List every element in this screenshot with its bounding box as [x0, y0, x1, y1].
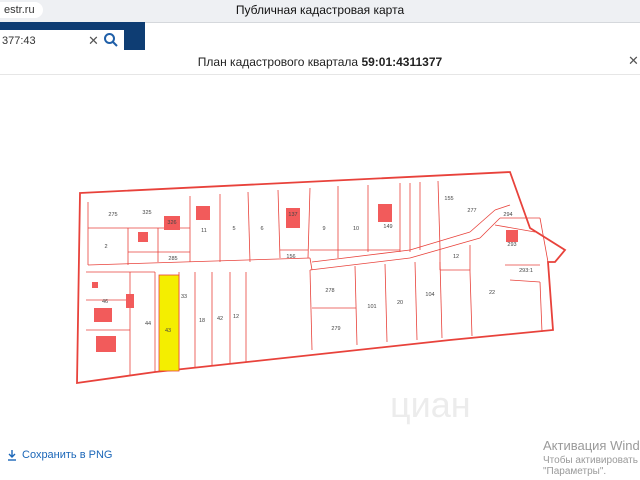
watermark-logo: циан — [390, 385, 471, 425]
building — [506, 230, 518, 242]
parcel-line — [87, 257, 311, 266]
parcel-label[interactable]: 155 — [444, 196, 453, 202]
building — [378, 204, 392, 222]
parcel-label[interactable]: 33 — [181, 294, 187, 300]
parcel-line — [469, 271, 473, 337]
windows-activation-notice: Активация Windo Чтобы активировать W "Па… — [543, 438, 640, 477]
parcel-line — [384, 263, 388, 343]
parcel-label[interactable]: 325 — [142, 210, 151, 216]
parcel-label[interactable]: 5 — [232, 226, 235, 232]
parcel-line — [437, 180, 441, 249]
activation-line-3: "Параметры". — [543, 466, 607, 477]
parcel-label[interactable]: 20 — [397, 300, 403, 306]
building — [94, 308, 112, 322]
parcel-label[interactable]: 278 — [325, 288, 334, 294]
parcel-line — [539, 217, 549, 263]
parcel-line — [277, 189, 281, 259]
parcel-line — [311, 249, 411, 263]
parcel-label[interactable]: 279 — [331, 326, 340, 332]
parcel-label[interactable]: 12 — [453, 254, 459, 260]
parcel-line — [309, 257, 411, 271]
parcel-label[interactable]: 149 — [383, 224, 392, 230]
parcel-label[interactable]: 9 — [322, 226, 325, 232]
building — [92, 282, 98, 288]
building — [126, 294, 134, 308]
save-png-link[interactable]: Сохранить в PNG — [6, 449, 112, 461]
activation-line-1: Активация Windo — [543, 438, 640, 453]
building — [286, 208, 300, 228]
parcel-label[interactable]: 42 — [217, 316, 223, 322]
parcel-label[interactable]: 12 — [233, 314, 239, 320]
parcel-line — [307, 187, 311, 259]
parcel-label[interactable]: 275 — [108, 212, 117, 218]
parcel-label[interactable]: 156 — [286, 254, 295, 260]
parcel-label[interactable]: 293 — [507, 242, 516, 248]
parcel-line — [414, 261, 418, 341]
parcel-label[interactable]: 104 — [425, 292, 434, 298]
parcel-label[interactable]: 101 — [367, 304, 376, 310]
save-png-label: Сохранить в PNG — [22, 449, 113, 461]
building — [96, 336, 116, 352]
parcel-label[interactable]: 22 — [489, 290, 495, 296]
parcel-label[interactable]: 285 — [168, 256, 177, 262]
parcel-label[interactable]: 326 — [167, 220, 176, 226]
parcel-label[interactable]: 293:1 — [519, 268, 533, 274]
parcel-label[interactable]: 6 — [260, 226, 263, 232]
parcel-line — [509, 279, 541, 283]
parcel-label[interactable]: 18 — [199, 318, 205, 324]
parcel-label[interactable]: 2 — [104, 244, 107, 250]
parcel-label[interactable]: 11 — [201, 228, 207, 234]
parcel-line — [354, 265, 358, 346]
watermark-text: циан — [390, 385, 471, 425]
download-icon — [8, 450, 16, 461]
parcel-label[interactable]: 43 — [165, 328, 171, 334]
parcel-line — [247, 191, 251, 263]
parcel-line — [539, 281, 543, 333]
parcel-43-highlight — [158, 274, 180, 372]
parcel-line — [409, 237, 481, 259]
building — [196, 206, 210, 220]
parcel-label[interactable]: 44 — [145, 321, 151, 327]
parcel-label[interactable]: 294 — [503, 212, 512, 218]
parcel-label[interactable]: 46 — [102, 299, 108, 305]
quarter-boundary — [76, 171, 567, 385]
parcel-line — [309, 257, 313, 271]
parcel-line — [439, 261, 443, 339]
parcel-label[interactable]: 277 — [467, 208, 476, 214]
building — [138, 232, 148, 242]
parcel-label[interactable]: 137 — [288, 212, 297, 218]
parcel-label[interactable]: 10 — [353, 226, 359, 232]
parcel-line — [309, 269, 313, 351]
activation-line-2: Чтобы активировать W — [543, 455, 640, 466]
parcel-line — [494, 204, 511, 211]
